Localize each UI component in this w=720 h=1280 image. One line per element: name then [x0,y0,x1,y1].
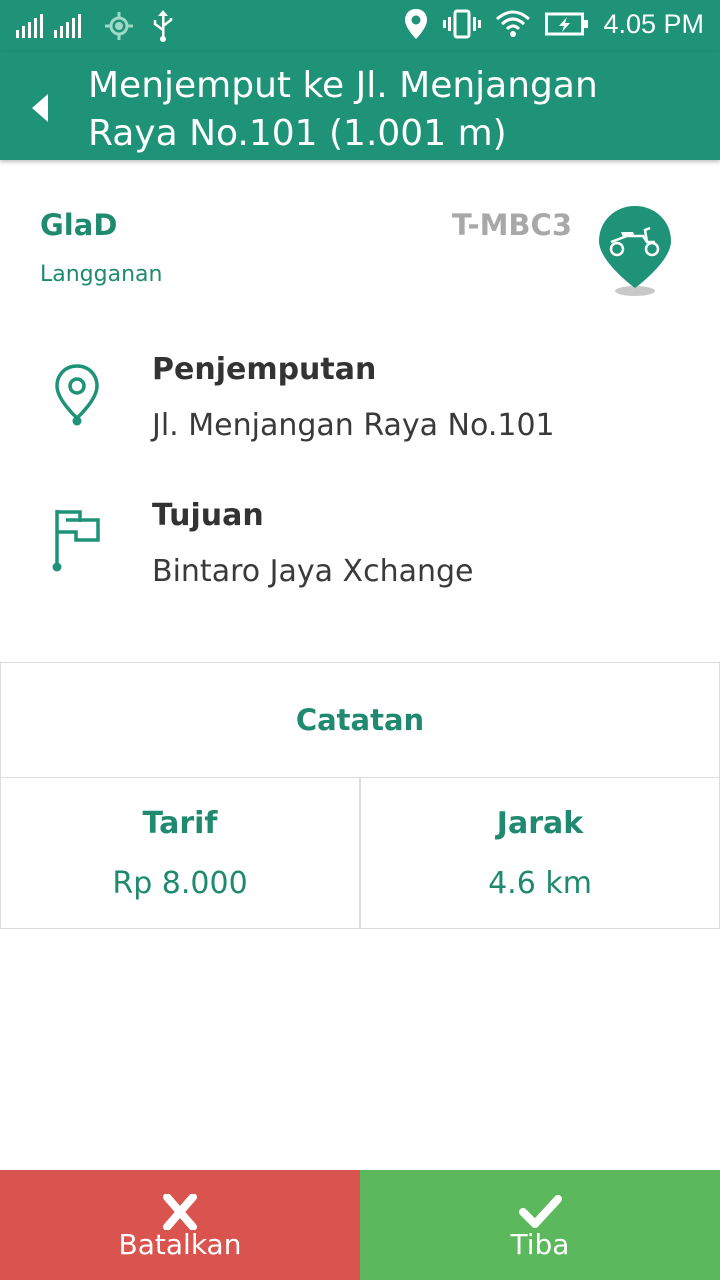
motorbike-pin-icon [599,206,671,296]
usb-icon [153,10,173,42]
notes-label: Catatan [295,703,425,737]
fare-box: Tarif Rp 8.000 [0,777,360,929]
vehicle-plate: T-MBC3 [452,208,572,242]
destination-address: Bintaro Jaya Xchange [152,554,474,589]
page-title: Menjemput ke Jl. Menjangan Raya No.101 (… [88,65,598,154]
back-arrow-icon[interactable] [24,88,64,128]
distance-box: Jarak 4.6 km [360,777,720,929]
signal-1-icon [16,14,43,38]
customer-name: GlaD [40,208,118,242]
cancel-label: Batalkan [118,1228,242,1261]
pickup-address: Jl. Menjangan Raya No.101 [152,408,555,443]
customer-type: Langganan [40,262,163,287]
distance-label: Jarak [496,806,584,841]
signal-2-icon [54,14,81,38]
app-bar: Menjemput ke Jl. Menjangan Raya No.101 (… [0,52,720,160]
destination-title: Tujuan [152,498,264,533]
distance-value: 4.6 km [488,866,592,901]
battery-charging-icon [545,12,589,36]
map-pin-icon [55,364,99,426]
pickup-title: Penjemputan [152,352,377,387]
status-bar: 4.05 PM [0,0,720,52]
cancel-button[interactable]: Batalkan [0,1170,360,1280]
flag-icon [52,510,100,572]
check-icon [519,1195,562,1228]
status-time: 4.05 PM [603,8,704,39]
vibrate-icon [443,9,482,39]
fare-value: Rp 8.000 [112,866,248,901]
arrive-button[interactable]: Tiba [360,1170,720,1280]
notes-section[interactable]: Catatan [0,662,720,778]
location-icon [405,9,428,39]
fare-label: Tarif [142,806,218,841]
gps-icon [105,12,133,40]
arrive-label: Tiba [510,1228,570,1261]
close-icon [163,1194,197,1230]
wifi-icon [496,10,531,37]
